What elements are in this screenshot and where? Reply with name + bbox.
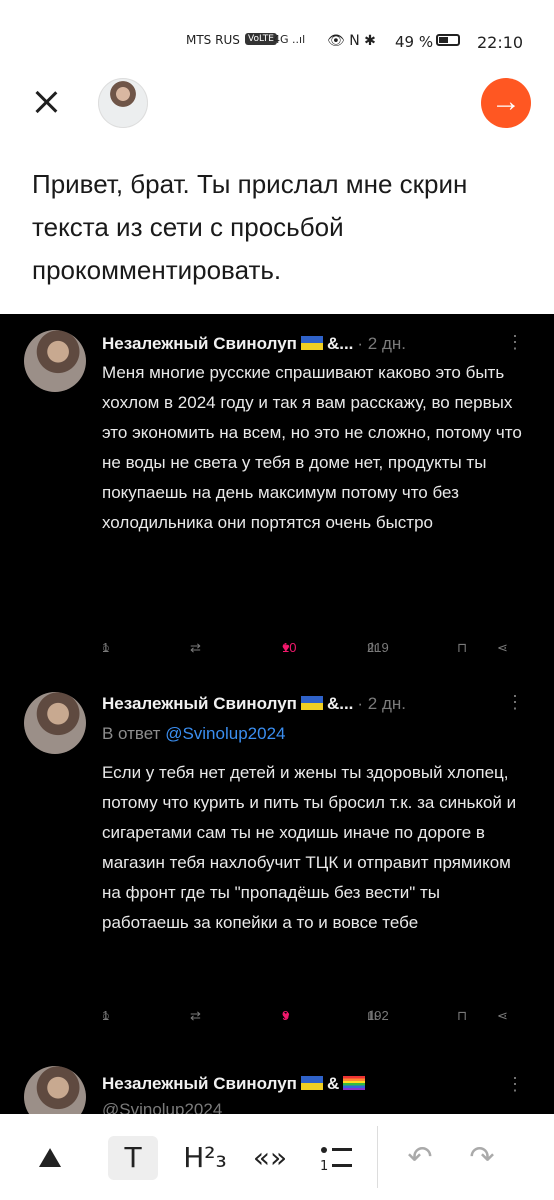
redo-icon[interactable]: ↷ bbox=[462, 1136, 502, 1180]
tweet-handle: @Svinolup2024 bbox=[102, 1100, 223, 1114]
avatar[interactable] bbox=[98, 78, 148, 128]
svg-text:1: 1 bbox=[320, 1159, 328, 1174]
post-text[interactable]: Привет, брат. Ты прислал мне скрин текст… bbox=[32, 163, 532, 292]
tweet-avatar bbox=[24, 692, 86, 754]
tweet-text: Меня многие русские спрашивают каково эт… bbox=[102, 363, 522, 532]
tweet-avatar bbox=[24, 330, 86, 392]
bookmark-icon: ⊓ bbox=[457, 1008, 468, 1023]
tweet-time: · 2 дн. bbox=[357, 694, 406, 713]
retweet-icon: ⇄ bbox=[190, 640, 201, 655]
like-count: 9 bbox=[282, 1008, 290, 1023]
author-name: Незалежный Свинолуп bbox=[102, 694, 297, 713]
text-style-button[interactable]: T bbox=[108, 1136, 158, 1180]
reply-to: В ответ @Svinolup2024 bbox=[102, 724, 285, 744]
tweet-actions: ○ 1 ⇄ ♥ 10 ılı 219 ⊓ ⋖ bbox=[102, 640, 522, 666]
carrier-name: MTS RUS bbox=[186, 33, 240, 47]
send-button[interactable]: → bbox=[481, 78, 531, 128]
image-icon[interactable]: ⛰ bbox=[28, 1136, 72, 1180]
list-icon: 1 bbox=[320, 1147, 352, 1174]
status-bar: MTS RUS VoLTE 4G ..ıl 👁 N ✱ 49 % 22:10 bbox=[0, 0, 554, 62]
list-button[interactable]: 1 bbox=[315, 1136, 357, 1180]
close-icon[interactable] bbox=[30, 86, 62, 118]
rainbow-flag-icon bbox=[343, 1076, 366, 1090]
tweet-text: Если у тебя нет детей и жены ты здоровый… bbox=[102, 763, 517, 932]
signal-icon: 4G ..ıl bbox=[273, 33, 306, 46]
more-icon: ⋮ bbox=[506, 332, 524, 352]
reply-count: 1 bbox=[102, 640, 110, 655]
quote-button[interactable]: «» bbox=[245, 1136, 295, 1180]
tweet-author: Незалежный Свинолуп &... · 2 дн. bbox=[102, 694, 406, 714]
author-suffix: &... bbox=[326, 334, 354, 353]
battery-percent: 49 % bbox=[395, 33, 434, 51]
undo-icon[interactable]: ↶ bbox=[400, 1136, 440, 1180]
ukraine-flag-icon bbox=[300, 696, 323, 710]
more-icon: ⋮ bbox=[506, 1074, 524, 1094]
reply-handle: @Svinolup2024 bbox=[165, 724, 286, 743]
retweet-icon: ⇄ bbox=[190, 1008, 201, 1023]
author-suffix: &... bbox=[326, 694, 354, 713]
reply-prefix: В ответ bbox=[102, 724, 161, 743]
author-suffix: & bbox=[326, 1074, 340, 1093]
toolbar-divider bbox=[377, 1126, 378, 1188]
like-count: 10 bbox=[282, 640, 297, 655]
heading-button[interactable]: H²₃ bbox=[180, 1136, 230, 1180]
editor-top-bar: → bbox=[0, 72, 554, 136]
bookmark-icon: ⊓ bbox=[457, 640, 468, 655]
tweet-author: Незалежный Свинолуп &... · 2 дн. bbox=[102, 334, 406, 354]
tweet-actions: ○ 1 ⇄ ♥ 9 ılı 192 ⊓ ⋖ bbox=[102, 1008, 522, 1034]
ukraine-flag-icon bbox=[300, 1076, 323, 1090]
author-name: Незалежный Свинолуп bbox=[102, 334, 297, 353]
tweet-avatar bbox=[24, 1066, 86, 1114]
battery-icon bbox=[436, 34, 460, 46]
ukraine-flag-icon bbox=[300, 336, 323, 350]
system-icons: 👁 N ✱ bbox=[327, 33, 376, 49]
share-icon: ⋖ bbox=[497, 1008, 508, 1023]
format-toolbar: ⛰ T H²₃ «» 1 ↶ ↷ bbox=[0, 1114, 554, 1200]
tweet-time: · 2 дн. bbox=[357, 334, 406, 353]
tweet-author: Незалежный Свинолуп & bbox=[102, 1074, 366, 1094]
views-count: 192 bbox=[367, 1008, 389, 1023]
share-icon: ⋖ bbox=[497, 640, 508, 655]
embedded-screenshot: Незалежный Свинолуп &... · 2 дн. ⋮ Меня мн… bbox=[0, 314, 554, 1114]
more-icon: ⋮ bbox=[506, 692, 524, 712]
clock: 22:10 bbox=[477, 33, 524, 52]
views-count: 219 bbox=[367, 640, 389, 655]
author-name: Незалежный Свинолуп bbox=[102, 1074, 297, 1093]
reply-count: 1 bbox=[102, 1008, 110, 1023]
